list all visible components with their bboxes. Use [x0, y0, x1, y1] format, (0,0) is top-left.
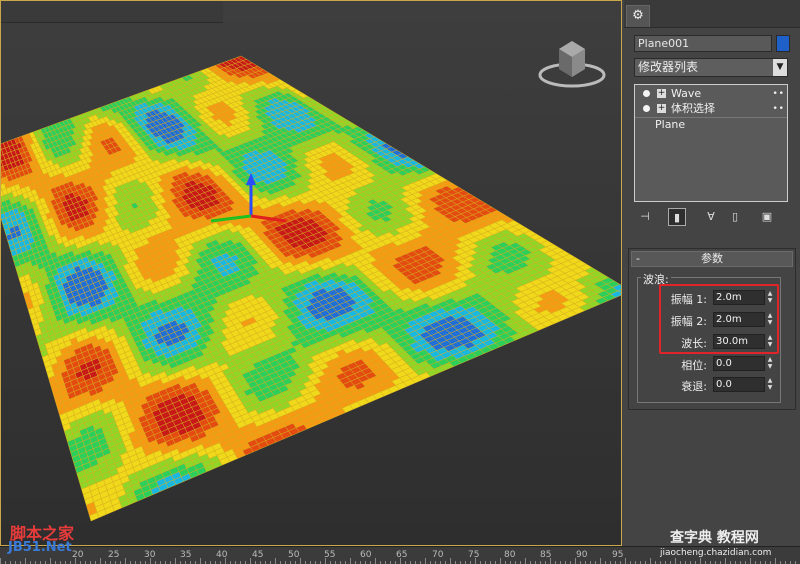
lightbulb-icon[interactable]	[643, 105, 650, 112]
modifier-list-dropdown[interactable]: 修改器列表 ▼	[634, 58, 788, 77]
decay-input[interactable]: 0.0	[713, 377, 765, 392]
highlight-annotation	[659, 284, 779, 354]
make-unique-icon[interactable]: ∀	[702, 208, 720, 226]
ruler-tick	[175, 558, 176, 564]
phase-label: 相位:	[681, 359, 707, 372]
stack-toolbar: ⊣ ▮ ∀ ▯ ▣	[634, 208, 794, 226]
phase-input[interactable]: 0.0	[713, 356, 765, 371]
rollout-header[interactable]: - 参数	[631, 251, 793, 267]
stack-dots: • •	[772, 104, 785, 114]
chevron-down-icon[interactable]: ▼	[773, 59, 787, 76]
rollout-title: 参数	[701, 252, 723, 265]
stack-dots: • •	[772, 89, 785, 99]
modify-tab-icon[interactable]: ⚙	[626, 5, 650, 27]
ruler-tick	[125, 558, 126, 564]
configure-sets-icon[interactable]: ▣	[758, 208, 776, 226]
viewcube-icon[interactable]	[537, 35, 607, 91]
spinner-icon[interactable]: ▲ ▼	[765, 356, 775, 371]
ruler-tick	[200, 558, 201, 564]
object-color-swatch[interactable]	[776, 35, 790, 52]
stack-item-plane[interactable]: Plane	[635, 117, 787, 132]
command-panel: ⚙ Plane001 修改器列表 ▼ + Wave • • + 体积选择 • •…	[624, 0, 800, 546]
ruler-tick	[50, 558, 51, 564]
remove-modifier-icon[interactable]: ▯	[726, 208, 744, 226]
modifier-stack[interactable]: + Wave • • + 体积选择 • • Plane	[634, 84, 788, 202]
perspective-viewport[interactable]	[0, 0, 622, 546]
object-name-field[interactable]: Plane001	[634, 35, 772, 52]
panel-tab-bar: ⚙	[624, 0, 800, 28]
spinner-icon[interactable]: ▲ ▼	[765, 377, 775, 392]
stack-item-label: Wave	[671, 87, 702, 100]
ruler-tick	[25, 558, 26, 564]
stack-item-label: Plane	[655, 118, 686, 131]
lightbulb-icon[interactable]	[643, 90, 650, 97]
show-end-result-icon[interactable]: ▮	[668, 208, 686, 226]
stack-item-volume-select[interactable]: + 体积选择 • •	[635, 102, 787, 117]
modifier-list-label: 修改器列表	[638, 60, 699, 74]
stack-item-label: 体积选择	[671, 102, 715, 115]
ruler-tick	[0, 558, 1, 564]
expand-icon[interactable]: +	[657, 104, 666, 113]
mesh-cells	[1, 55, 621, 522]
stack-item-wave[interactable]: + Wave • •	[635, 87, 787, 102]
collapse-icon[interactable]: -	[636, 252, 640, 266]
expand-icon[interactable]: +	[657, 89, 666, 98]
wave-mesh	[1, 55, 621, 522]
pin-stack-icon[interactable]: ⊣	[636, 208, 654, 226]
ruler-tick	[100, 558, 101, 564]
decay-label: 衰退:	[681, 380, 707, 393]
